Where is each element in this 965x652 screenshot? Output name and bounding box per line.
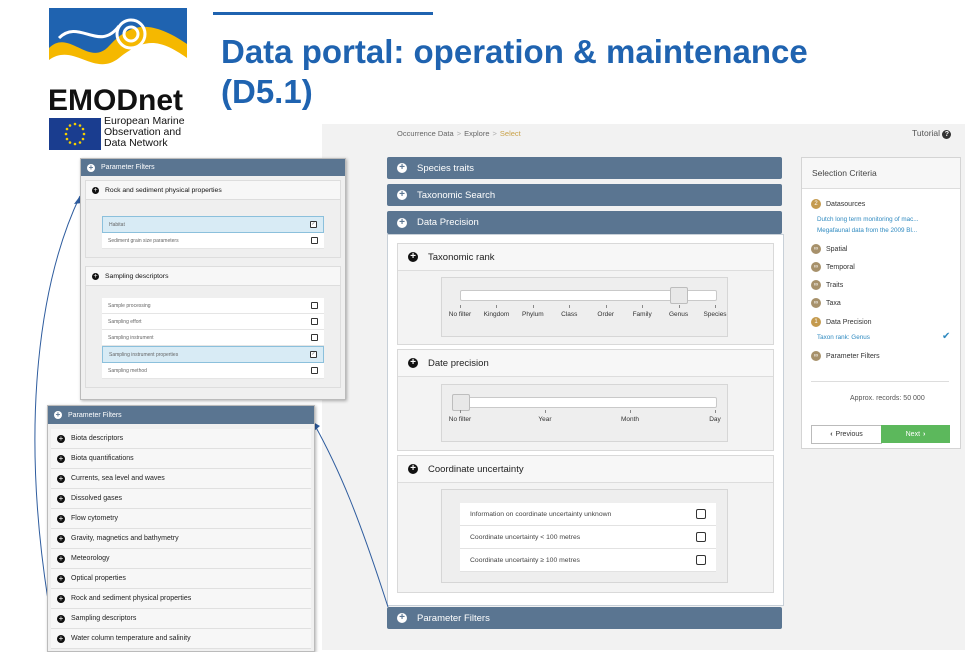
filter-row[interactable]: Sample processing [102, 298, 324, 314]
shot1-group2-list: Sample processing Sampling effort Sampli… [86, 286, 340, 387]
filter-row[interactable]: Sampling effort [102, 314, 324, 330]
filter-row[interactable]: Habitat ✓ [102, 216, 324, 233]
parameter-category-row[interactable]: + Dissolved gases [51, 489, 311, 509]
plus-icon: + [57, 433, 65, 443]
plus-icon: + [92, 272, 99, 280]
checkbox-checked[interactable]: ✓ [310, 221, 317, 228]
group-label: Rock and sediment physical properties [105, 186, 222, 194]
plus-icon: + [57, 473, 65, 483]
filter-row[interactable]: Sampling instrument properties ✓ [102, 346, 324, 363]
parameter-category-label: Water column temperature and salinity [71, 635, 191, 642]
plus-icon: + [54, 410, 62, 419]
shot1-group2: + Sampling descriptors Sample processing … [85, 266, 341, 388]
parameter-category-row[interactable]: + Sampling descriptors [51, 609, 311, 629]
plus-icon: + [57, 553, 65, 563]
parameter-filters-expanded-shot: + Parameter Filters + Rock and sediment ph… [80, 158, 346, 400]
parameter-category-row[interactable]: + Rock and sediment physical properties [51, 589, 311, 609]
parameter-category-row[interactable]: + Flow cytometry [51, 509, 311, 529]
parameter-category-row[interactable]: + Biota descriptors [51, 429, 311, 449]
checkbox[interactable] [311, 302, 318, 309]
plus-icon: + [87, 162, 95, 172]
plus-icon: + [57, 513, 65, 523]
shot1-header-label: Parameter Filters [101, 164, 155, 171]
shot2-header[interactable]: + Parameter Filters [48, 406, 314, 424]
parameter-category-label: Biota descriptors [71, 435, 124, 442]
filter-label: Sampling method [108, 367, 147, 374]
shot2-category-list: + Biota descriptors + Biota quantifications… [48, 429, 314, 649]
filter-label: Sediment grain size parameters [108, 237, 179, 244]
parameter-category-label: Currents, sea level and waves [71, 475, 165, 482]
parameter-category-label: Gravity, magnetics and bathymetry [71, 535, 179, 542]
plus-icon: + [57, 533, 65, 543]
arrow-line [312, 421, 389, 608]
plus-icon: + [92, 186, 99, 194]
parameter-category-label: Rock and sediment physical properties [71, 595, 192, 602]
parameter-category-row[interactable]: + Biota quantifications [51, 449, 311, 469]
shot1-group1: + Rock and sediment physical properties H… [85, 180, 341, 258]
filter-row[interactable]: Sampling method [102, 363, 324, 379]
group-label: Sampling descriptors [105, 272, 169, 280]
parameter-category-label: Meteorology [71, 555, 110, 562]
plus-icon: + [57, 613, 65, 623]
parameter-category-label: Optical properties [71, 575, 126, 582]
parameter-category-label: Sampling descriptors [71, 615, 137, 622]
parameter-category-row[interactable]: + Currents, sea level and waves [51, 469, 311, 489]
checkbox[interactable] [311, 237, 318, 244]
plus-icon: + [57, 453, 65, 463]
filter-row[interactable]: Sediment grain size parameters [102, 233, 324, 249]
parameter-category-label: Dissolved gases [71, 495, 122, 502]
group-header[interactable]: + Sampling descriptors [86, 267, 340, 286]
plus-icon: + [57, 633, 65, 643]
parameter-category-label: Flow cytometry [71, 515, 119, 522]
plus-icon: + [57, 493, 65, 503]
group-header[interactable]: + Rock and sediment physical properties [86, 181, 340, 200]
shot1-group1-list: Habitat ✓ Sediment grain size parameters [86, 200, 340, 257]
parameter-category-row[interactable]: + Meteorology [51, 549, 311, 569]
shot1-header[interactable]: + Parameter Filters [81, 159, 345, 176]
filter-label: Sampling effort [108, 318, 142, 325]
filter-label: Sampling instrument [108, 334, 154, 341]
parameter-category-row[interactable]: + Water column temperature and salinity [51, 629, 311, 649]
parameter-category-label: Biota quantifications [71, 455, 134, 462]
shot2-header-label: Parameter Filters [68, 411, 122, 419]
checkbox[interactable] [311, 334, 318, 341]
parameter-category-row[interactable]: + Gravity, magnetics and bathymetry [51, 529, 311, 549]
filter-label: Habitat [109, 221, 125, 228]
filter-label: Sampling instrument properties [109, 351, 179, 358]
filter-label: Sample processing [108, 302, 151, 309]
parameter-category-row[interactable]: + Optical properties [51, 569, 311, 589]
filter-row[interactable]: Sampling instrument [102, 330, 324, 346]
checkbox[interactable] [311, 367, 318, 374]
plus-icon: + [57, 593, 65, 603]
plus-icon: + [57, 573, 65, 583]
checkbox[interactable] [311, 318, 318, 325]
checkbox-checked[interactable]: ✓ [310, 351, 317, 358]
parameter-filters-collapsed-shot: + Parameter Filters + Biota descriptors + Bi… [47, 405, 315, 652]
